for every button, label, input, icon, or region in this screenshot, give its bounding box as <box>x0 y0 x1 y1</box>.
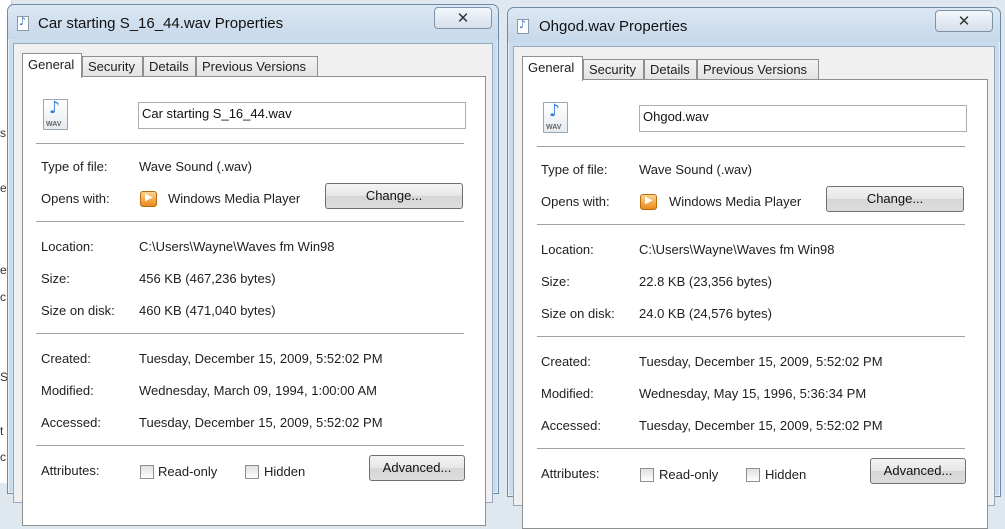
tab-details[interactable]: Details <box>644 59 697 80</box>
divider <box>36 143 464 144</box>
music-note-icon: ♪ <box>49 98 60 118</box>
advanced-button[interactable]: Advanced... <box>870 458 966 484</box>
window-title: Car starting S_16_44.wav Properties <box>38 15 284 32</box>
location-value: C:\Users\Wayne\Waves fm Win98 <box>139 239 335 254</box>
divider <box>36 221 464 222</box>
title-bar[interactable]: Car starting S_16_44.wav Properties ✕ <box>8 5 498 39</box>
file-name-input[interactable]: Car starting S_16_44.wav <box>138 102 466 129</box>
size-value: 456 KB (467,236 bytes) <box>139 271 276 286</box>
hidden-label[interactable]: Hidden <box>264 464 305 479</box>
background-text: e <box>0 181 7 195</box>
size-value: 22.8 KB (23,356 bytes) <box>639 274 772 289</box>
accessed-label: Accessed: <box>541 418 601 433</box>
created-value: Tuesday, December 15, 2009, 5:52:02 PM <box>139 351 383 366</box>
tab-previous-versions[interactable]: Previous Versions <box>196 56 318 77</box>
size-on-disk-value: 460 KB (471,040 bytes) <box>139 303 276 318</box>
divider <box>36 445 464 446</box>
windows-media-player-icon <box>140 191 157 207</box>
opens-with-value: Windows Media Player <box>168 191 301 206</box>
background-text: e <box>0 263 7 277</box>
location-value: C:\Users\Wayne\Waves fm Win98 <box>639 242 835 257</box>
location-label: Location: <box>541 242 594 257</box>
read-only-checkbox[interactable] <box>140 465 154 479</box>
file-name-input[interactable]: Ohgod.wav <box>639 105 967 132</box>
background-text: t <box>0 424 4 438</box>
read-only-label[interactable]: Read-only <box>158 464 217 479</box>
modified-value: Wednesday, March 09, 1994, 1:00:00 AM <box>139 383 377 398</box>
tab-previous-versions[interactable]: Previous Versions <box>697 59 819 80</box>
type-of-file-value: Wave Sound (.wav) <box>139 159 252 174</box>
type-of-file-label: Type of file: <box>41 159 108 174</box>
hidden-label[interactable]: Hidden <box>765 467 806 482</box>
close-button[interactable]: ✕ <box>434 7 492 29</box>
hidden-checkbox[interactable] <box>245 465 259 479</box>
size-on-disk-value: 24.0 KB (24,576 bytes) <box>639 306 772 321</box>
advanced-button[interactable]: Advanced... <box>369 455 465 481</box>
modified-label: Modified: <box>541 386 594 401</box>
general-tab-panel: ♪ WAV Ohgod.wav Type of file: Wave Sound… <box>522 79 988 529</box>
size-label: Size: <box>541 274 570 289</box>
dialog-client-area: General Security Details Previous Versio… <box>13 43 493 526</box>
read-only-checkbox[interactable] <box>640 468 654 482</box>
created-label: Created: <box>41 351 91 366</box>
tab-general[interactable]: General <box>522 56 583 81</box>
location-label: Location: <box>41 239 94 254</box>
title-bar[interactable]: Ohgod.wav Properties ✕ <box>508 8 1000 42</box>
type-of-file-value: Wave Sound (.wav) <box>639 162 752 177</box>
change-button[interactable]: Change... <box>826 186 964 212</box>
attributes-label: Attributes: <box>541 466 600 481</box>
accessed-value: Tuesday, December 15, 2009, 5:52:02 PM <box>139 415 383 430</box>
properties-dialog-car-starting: Car starting S_16_44.wav Properties ✕ Ge… <box>7 4 499 526</box>
tab-strip: General Security Details Previous Versio… <box>522 56 922 81</box>
divider <box>36 333 464 334</box>
attributes-label: Attributes: <box>41 463 100 478</box>
opens-with-value: Windows Media Player <box>669 194 802 209</box>
music-note-icon: ♪ <box>549 101 560 121</box>
tab-details[interactable]: Details <box>143 56 196 77</box>
size-on-disk-label: Size on disk: <box>41 303 115 318</box>
type-of-file-label: Type of file: <box>541 162 608 177</box>
background-text: c <box>0 450 6 464</box>
properties-dialog-ohgod: Ohgod.wav Properties ✕ General Security … <box>507 7 1001 529</box>
opens-with-label: Opens with: <box>541 194 610 209</box>
divider <box>537 448 965 449</box>
file-type-label: WAV <box>46 121 62 128</box>
modified-label: Modified: <box>41 383 94 398</box>
divider <box>537 336 965 337</box>
modified-value: Wednesday, May 15, 1996, 5:36:34 PM <box>639 386 867 401</box>
general-tab-panel: ♪ WAV Car starting S_16_44.wav Type of f… <box>22 76 486 526</box>
size-on-disk-label: Size on disk: <box>541 306 615 321</box>
file-type-label: WAV <box>546 124 562 131</box>
read-only-label[interactable]: Read-only <box>659 467 718 482</box>
created-value: Tuesday, December 15, 2009, 5:52:02 PM <box>639 354 883 369</box>
created-label: Created: <box>541 354 591 369</box>
accessed-value: Tuesday, December 15, 2009, 5:52:02 PM <box>639 418 883 433</box>
accessed-label: Accessed: <box>41 415 101 430</box>
tab-security[interactable]: Security <box>583 59 644 80</box>
size-label: Size: <box>41 271 70 286</box>
tab-strip: General Security Details Previous Versio… <box>22 53 422 78</box>
hidden-checkbox[interactable] <box>746 468 760 482</box>
window-title: Ohgod.wav Properties <box>539 18 688 35</box>
change-button[interactable]: Change... <box>325 183 463 209</box>
divider <box>537 146 965 147</box>
background-text: s <box>0 126 6 140</box>
opens-with-label: Opens with: <box>41 191 110 206</box>
windows-media-player-icon <box>640 194 657 210</box>
dialog-client-area: General Security Details Previous Versio… <box>513 46 995 529</box>
wav-file-icon: ♪ WAV <box>43 98 68 130</box>
divider <box>537 224 965 225</box>
tab-security[interactable]: Security <box>82 56 143 77</box>
tab-general[interactable]: General <box>22 53 82 78</box>
close-button[interactable]: ✕ <box>935 10 993 32</box>
wav-file-icon <box>517 18 529 34</box>
wav-file-icon: ♪ WAV <box>543 101 568 133</box>
wav-file-icon <box>17 15 29 31</box>
background-text: c <box>0 290 6 304</box>
